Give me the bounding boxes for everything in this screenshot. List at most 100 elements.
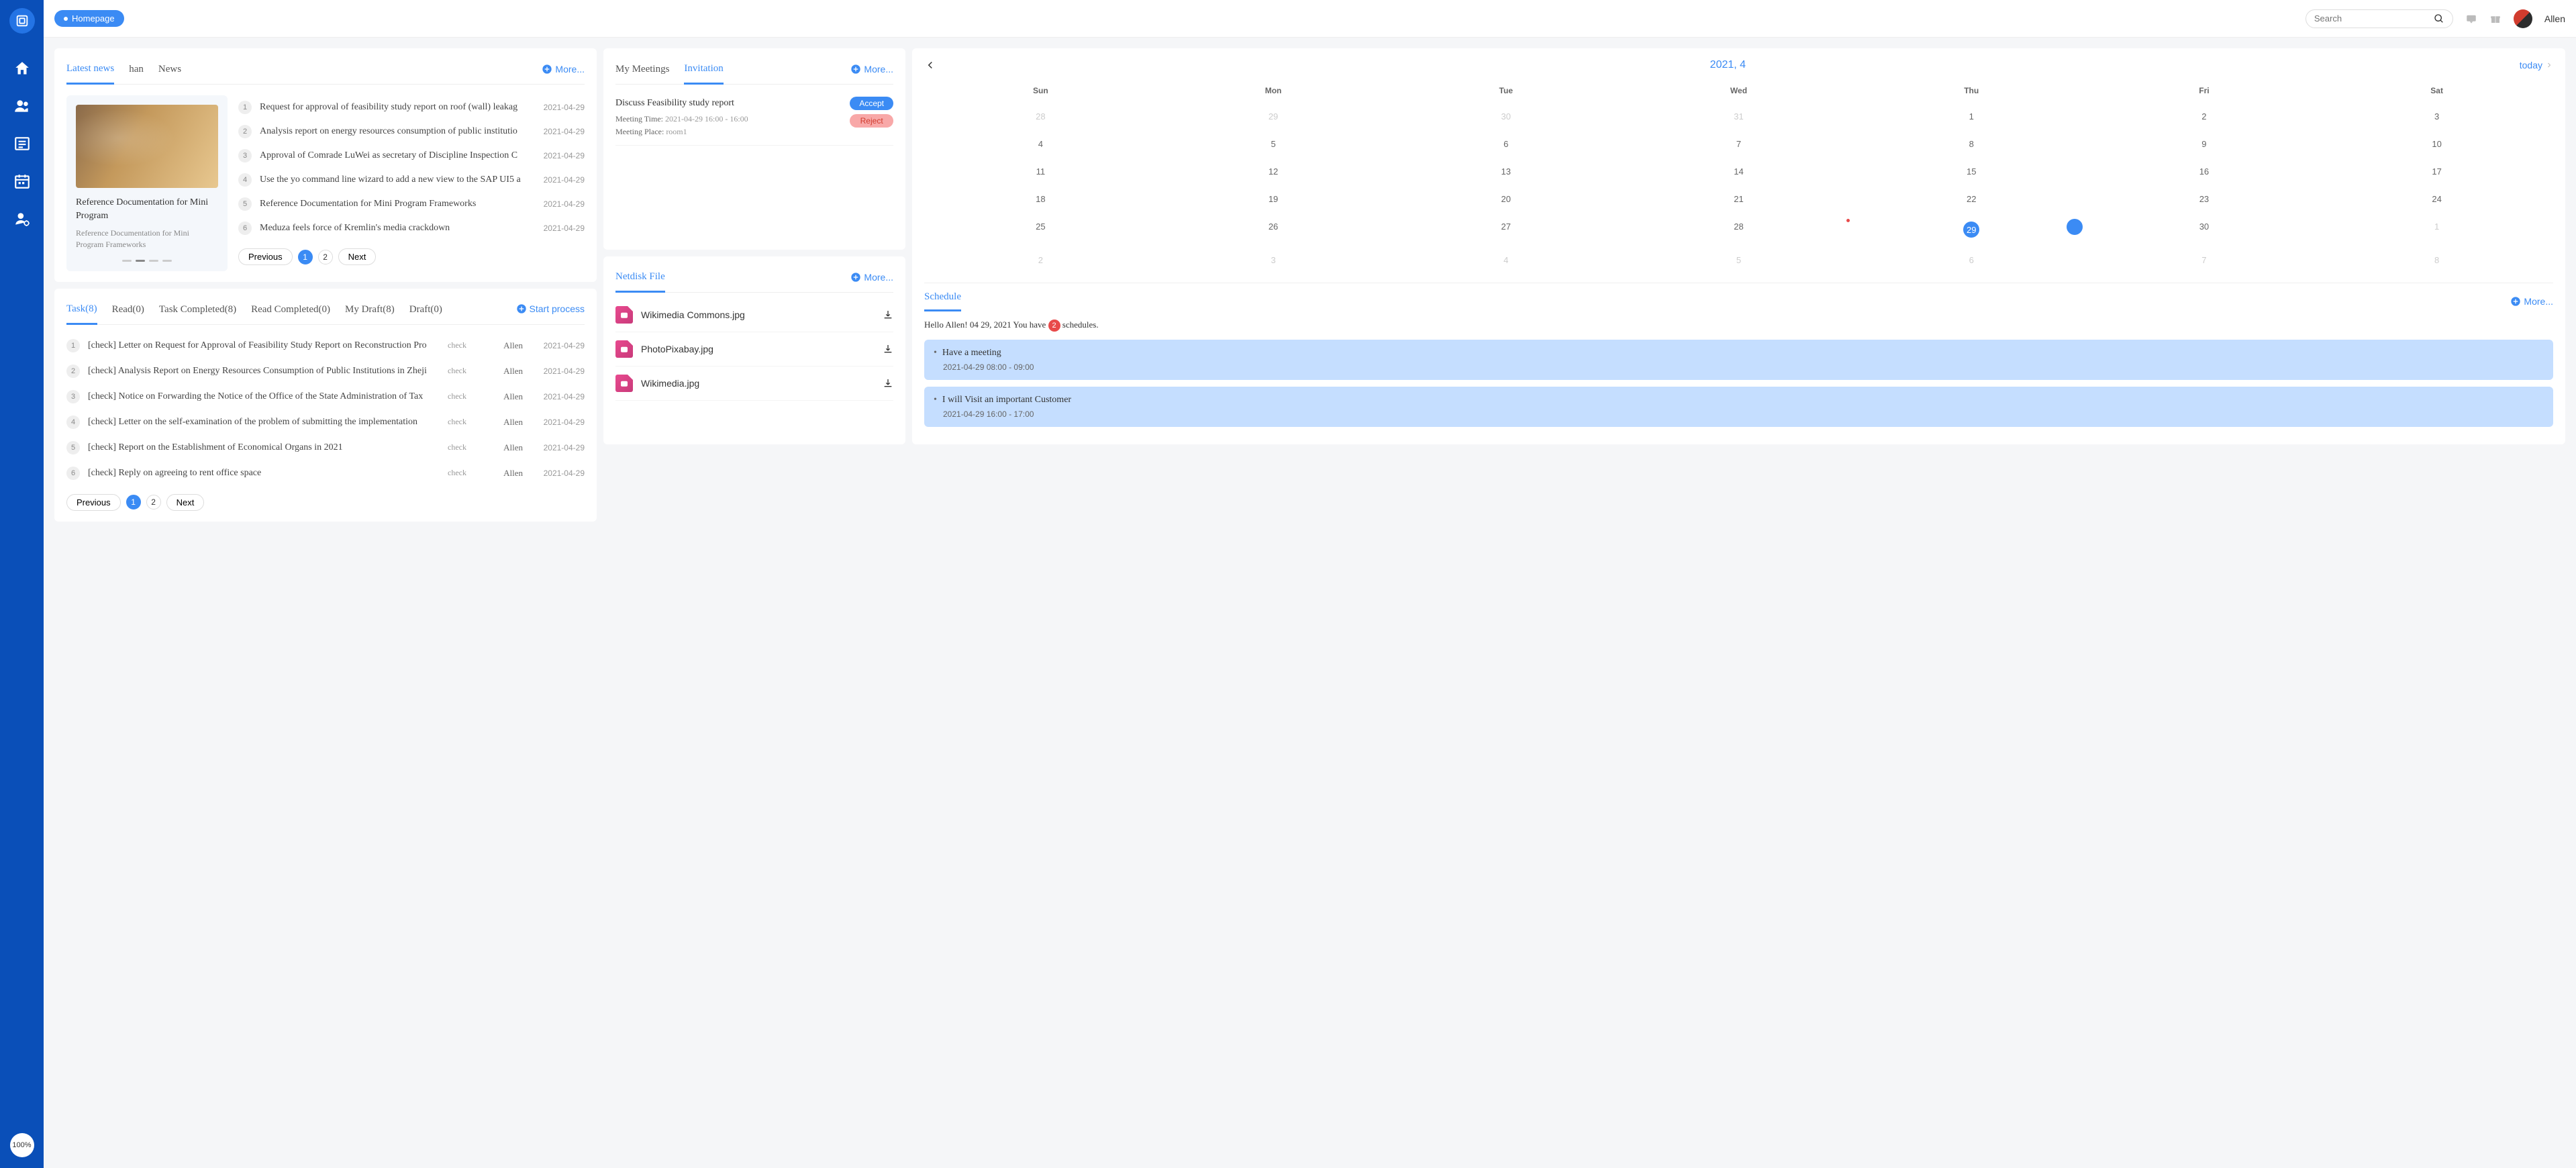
news-item[interactable]: 1Request for approval of feasibility stu… — [238, 95, 585, 119]
file-item[interactable]: Wikimedia.jpg — [615, 367, 893, 401]
nav-calendar[interactable] — [0, 162, 44, 200]
nav-news[interactable] — [0, 125, 44, 162]
cal-day[interactable]: 28 — [1622, 215, 1855, 244]
cal-day[interactable]: 6 — [1855, 248, 2088, 272]
cal-day[interactable]: 9 — [2088, 132, 2321, 156]
cal-day[interactable]: 29 — [1157, 105, 1390, 128]
accept-button[interactable]: Accept — [850, 97, 893, 110]
meetings-more-link[interactable]: More... — [850, 64, 893, 80]
news-carousel[interactable]: Reference Documentation for Mini Program… — [66, 95, 228, 271]
tasks-page-1[interactable]: 1 — [126, 495, 141, 509]
news-page-1[interactable]: 1 — [298, 250, 313, 264]
news-item[interactable]: 4Use the yo command line wizard to add a… — [238, 168, 585, 192]
cal-day[interactable]: 13 — [1389, 160, 1622, 183]
news-item[interactable]: 5Reference Documentation for Mini Progra… — [238, 192, 585, 216]
news-item[interactable]: 2Analysis report on energy resources con… — [238, 119, 585, 144]
task-item[interactable]: 1[check] Letter on Request for Approval … — [66, 333, 585, 358]
news-page-2[interactable]: 2 — [318, 250, 333, 264]
cal-day[interactable]: 22 — [1855, 187, 2088, 211]
cal-day[interactable]: 8 — [1855, 132, 2088, 156]
cal-day[interactable]: 27 — [1389, 215, 1622, 244]
cal-day[interactable]: 6 — [1389, 132, 1622, 156]
news-tab-2[interactable]: News — [158, 60, 181, 83]
cal-day[interactable]: 3 — [1157, 248, 1390, 272]
task-item[interactable]: 4[check] Letter on the self-examination … — [66, 409, 585, 435]
nav-home[interactable] — [0, 50, 44, 87]
zoom-badge[interactable]: 100% — [10, 1133, 34, 1157]
cal-day[interactable]: 5 — [1622, 248, 1855, 272]
task-item[interactable]: 2[check] Analysis Report on Energy Resou… — [66, 358, 585, 384]
chat-icon[interactable] — [2465, 13, 2477, 25]
cal-day[interactable]: 30 — [1389, 105, 1622, 128]
cal-day[interactable]: 20 — [1389, 187, 1622, 211]
cal-day[interactable]: 3 — [2320, 105, 2553, 128]
cal-day[interactable]: 4 — [1389, 248, 1622, 272]
task-item[interactable]: 6[check] Reply on agreeing to rent offic… — [66, 460, 585, 486]
cal-day[interactable]: 19 — [1157, 187, 1390, 211]
tasks-tab-2[interactable]: Task Completed(8) — [159, 300, 236, 324]
cal-day[interactable]: 8 — [2320, 248, 2553, 272]
cal-day[interactable]: 5 — [1157, 132, 1390, 156]
tasks-page-2[interactable]: 2 — [146, 495, 161, 509]
cal-today-link[interactable]: today — [2520, 60, 2553, 70]
tab-netdisk[interactable]: Netdisk File — [615, 267, 665, 293]
cal-day[interactable]: 31 — [1622, 105, 1855, 128]
cal-prev-icon[interactable] — [924, 59, 936, 71]
cal-day[interactable]: 17 — [2320, 160, 2553, 183]
cal-day[interactable]: 2 — [2088, 105, 2321, 128]
download-icon[interactable] — [883, 344, 893, 354]
cal-day[interactable]: 4 — [924, 132, 1157, 156]
cal-day[interactable]: 12 — [1157, 160, 1390, 183]
cal-day[interactable]: 18 — [924, 187, 1157, 211]
tasks-tab-0[interactable]: Task(8) — [66, 299, 97, 325]
netdisk-more-link[interactable]: More... — [850, 272, 893, 288]
news-next-button[interactable]: Next — [338, 248, 377, 265]
cal-day[interactable]: 2 — [924, 248, 1157, 272]
cal-day[interactable]: 15 — [1855, 160, 2088, 183]
cal-day[interactable]: 1 — [2320, 215, 2553, 244]
cal-day[interactable]: 28 — [924, 105, 1157, 128]
download-icon[interactable] — [883, 378, 893, 389]
avatar[interactable] — [2514, 9, 2532, 28]
download-icon[interactable] — [883, 309, 893, 320]
meetings-tab-0[interactable]: My Meetings — [615, 60, 669, 83]
news-item[interactable]: 6Meduza feels force of Kremlin's media c… — [238, 216, 585, 240]
cal-day[interactable]: 10 — [2320, 132, 2553, 156]
homepage-tab[interactable]: Homepage — [54, 10, 124, 27]
news-tab-0[interactable]: Latest news — [66, 59, 114, 85]
carousel-dots[interactable] — [76, 260, 218, 262]
tasks-tab-1[interactable]: Read(0) — [112, 300, 144, 324]
schedule-item[interactable]: I will Visit an important Customer2021-0… — [924, 387, 2553, 427]
meetings-tab-1[interactable]: Invitation — [684, 59, 723, 85]
start-process-link[interactable]: Start process — [516, 303, 585, 320]
file-item[interactable]: Wikimedia Commons.jpg — [615, 298, 893, 332]
cal-day[interactable]: 29 — [1855, 215, 2088, 244]
cal-day[interactable]: 21 — [1622, 187, 1855, 211]
tasks-next-button[interactable]: Next — [166, 494, 205, 511]
search-input[interactable] — [2314, 13, 2434, 23]
search-icon[interactable] — [2434, 13, 2444, 24]
schedule-item[interactable]: Have a meeting2021-04-29 08:00 - 09:00 — [924, 340, 2553, 380]
cal-day[interactable]: 7 — [1622, 132, 1855, 156]
news-tab-1[interactable]: han — [129, 60, 144, 83]
news-more-link[interactable]: More... — [542, 64, 585, 80]
tasks-prev-button[interactable]: Previous — [66, 494, 121, 511]
cal-day[interactable]: 26 — [1157, 215, 1390, 244]
nav-user-settings[interactable] — [0, 200, 44, 238]
file-item[interactable]: PhotoPixabay.jpg — [615, 332, 893, 367]
tasks-tab-3[interactable]: Read Completed(0) — [251, 300, 330, 324]
cal-day[interactable]: 16 — [2088, 160, 2321, 183]
news-prev-button[interactable]: Previous — [238, 248, 293, 265]
app-logo[interactable] — [9, 8, 35, 34]
schedule-more-link[interactable]: More... — [2510, 296, 2553, 307]
cal-day[interactable]: 30 — [2088, 215, 2321, 244]
cal-day[interactable]: 7 — [2088, 248, 2321, 272]
nav-users[interactable] — [0, 87, 44, 125]
cal-day[interactable]: 1 — [1855, 105, 2088, 128]
cal-day[interactable]: 11 — [924, 160, 1157, 183]
tasks-tab-4[interactable]: My Draft(8) — [345, 300, 395, 324]
tasks-tab-5[interactable]: Draft(0) — [409, 300, 442, 324]
gift-icon[interactable] — [2489, 13, 2501, 25]
cal-day[interactable]: 23 — [2088, 187, 2321, 211]
news-item[interactable]: 3Approval of Comrade LuWei as secretary … — [238, 144, 585, 168]
